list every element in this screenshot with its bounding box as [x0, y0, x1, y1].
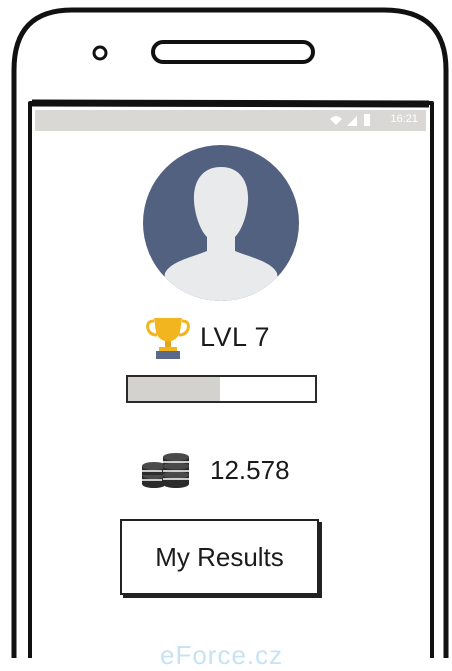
wifi-icon — [330, 116, 342, 125]
coins-row: 12.578 — [140, 448, 290, 492]
level-label: LVL 7 — [200, 321, 271, 352]
status-time: 16:21 — [390, 113, 418, 125]
level-progress-bar — [126, 375, 317, 403]
watermark: eForce.cz — [160, 640, 284, 670]
status-bar: 16:21 — [35, 110, 426, 131]
user-avatar-icon — [143, 145, 299, 301]
status-icons — [330, 114, 370, 126]
level-row: LVL 7 — [146, 313, 270, 361]
level-progress-fill — [128, 377, 220, 401]
trophy-icon — [146, 318, 190, 359]
battery-icon — [364, 114, 370, 126]
signal-icon — [347, 116, 357, 126]
my-results-button[interactable]: My Results — [120, 519, 319, 595]
coins-icon — [142, 453, 189, 488]
coins-value: 12.578 — [210, 454, 290, 485]
